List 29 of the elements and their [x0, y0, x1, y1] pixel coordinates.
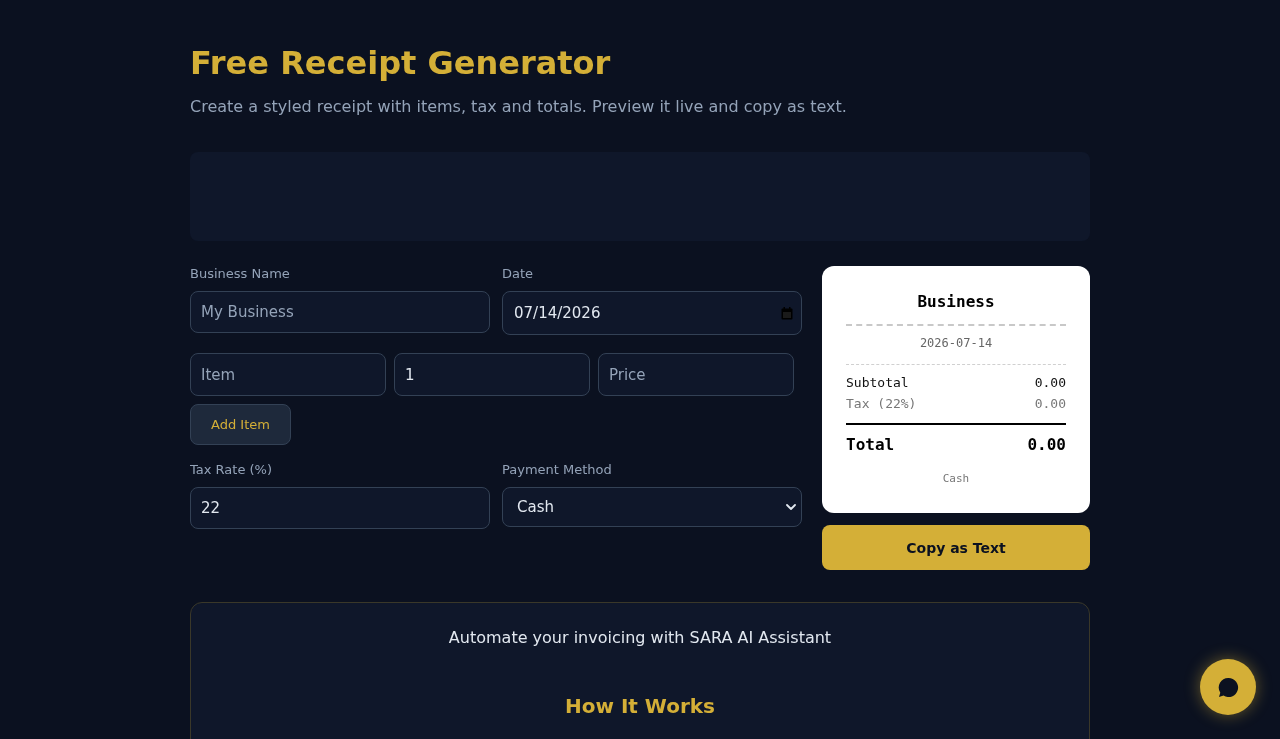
- quantity-input[interactable]: 1: [394, 353, 590, 396]
- tax-rate-input[interactable]: 22: [190, 487, 490, 529]
- price-input[interactable]: Price: [598, 353, 794, 396]
- copy-as-text-button[interactable]: Copy as Text: [822, 525, 1090, 570]
- receipt-payment-method: Cash: [942, 472, 970, 486]
- page-title: Free Receipt Generator: [190, 44, 611, 82]
- total-amount: 0.00: [1027, 435, 1066, 455]
- date-input[interactable]: 07/14/2026: [502, 291, 802, 335]
- chat-bubble-icon: [1217, 676, 1239, 698]
- add-item-button[interactable]: Add Item: [190, 404, 291, 445]
- item-name-input[interactable]: Item: [190, 353, 386, 396]
- field-label: Date: [502, 266, 534, 282]
- field-label: Tax Rate (%): [190, 462, 273, 478]
- section-heading: How It Works: [564, 693, 715, 719]
- chevron-down-icon: [786, 504, 796, 510]
- promo-text: Automate your invoicing with SARA AI Assistant: [448, 627, 832, 649]
- receipt-line-label: Tax (22%): [846, 395, 917, 413]
- payment-method-select[interactable]: Cash: [502, 487, 802, 527]
- receipt-business-name: Business: [917, 292, 995, 312]
- receipt-line-amount: 0.00: [1034, 395, 1066, 413]
- total-label: Total: [846, 435, 895, 455]
- chat-button[interactable]: [1200, 659, 1256, 715]
- receipt-date: 2026-07-14: [919, 335, 993, 351]
- receipt-line-label: Subtotal: [846, 374, 909, 392]
- page-subtitle: Create a styled receipt with items, tax and totals. Preview it live and copy as text.: [190, 96, 847, 118]
- receipt-line-amount: 0.00: [1034, 374, 1066, 392]
- business-name-input[interactable]: My Business: [190, 291, 490, 333]
- field-label: Payment Method: [502, 462, 612, 478]
- field-label: Business Name: [190, 266, 290, 282]
